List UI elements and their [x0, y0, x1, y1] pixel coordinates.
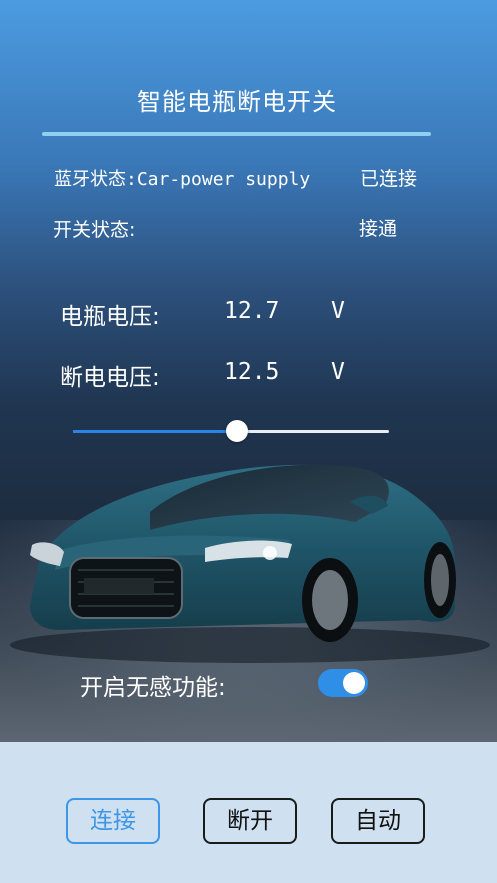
bluetooth-status-value: 已连接 — [360, 168, 418, 190]
cutoff-voltage-label: 断电电压: — [60, 365, 160, 391]
battery-voltage-label: 电瓶电压: — [60, 304, 160, 330]
cutoff-voltage-unit: V — [331, 359, 345, 385]
title-underline — [42, 132, 431, 136]
switch-status-label: 开关状态: — [53, 219, 136, 241]
auto-feature-toggle[interactable] — [318, 669, 368, 697]
slider-fill — [73, 430, 238, 433]
auto-button[interactable]: 自动 — [331, 798, 425, 844]
battery-voltage-unit: V — [331, 298, 345, 324]
slider-thumb[interactable] — [226, 420, 249, 442]
cutoff-voltage-value: 12.5 — [224, 359, 280, 385]
page-title: 智能电瓶断电开关 — [137, 88, 337, 116]
bluetooth-status-label: 蓝牙状态:Car-power supply — [54, 169, 311, 190]
toggle-knob — [343, 672, 365, 694]
sports-car-image — [10, 464, 490, 663]
switch-status-value: 接通 — [359, 218, 398, 240]
connect-button[interactable]: 连接 — [66, 798, 160, 844]
auto-feature-label: 开启无感功能: — [80, 675, 226, 701]
disconnect-button[interactable]: 断开 — [203, 798, 297, 844]
battery-voltage-value: 12.7 — [224, 298, 280, 324]
